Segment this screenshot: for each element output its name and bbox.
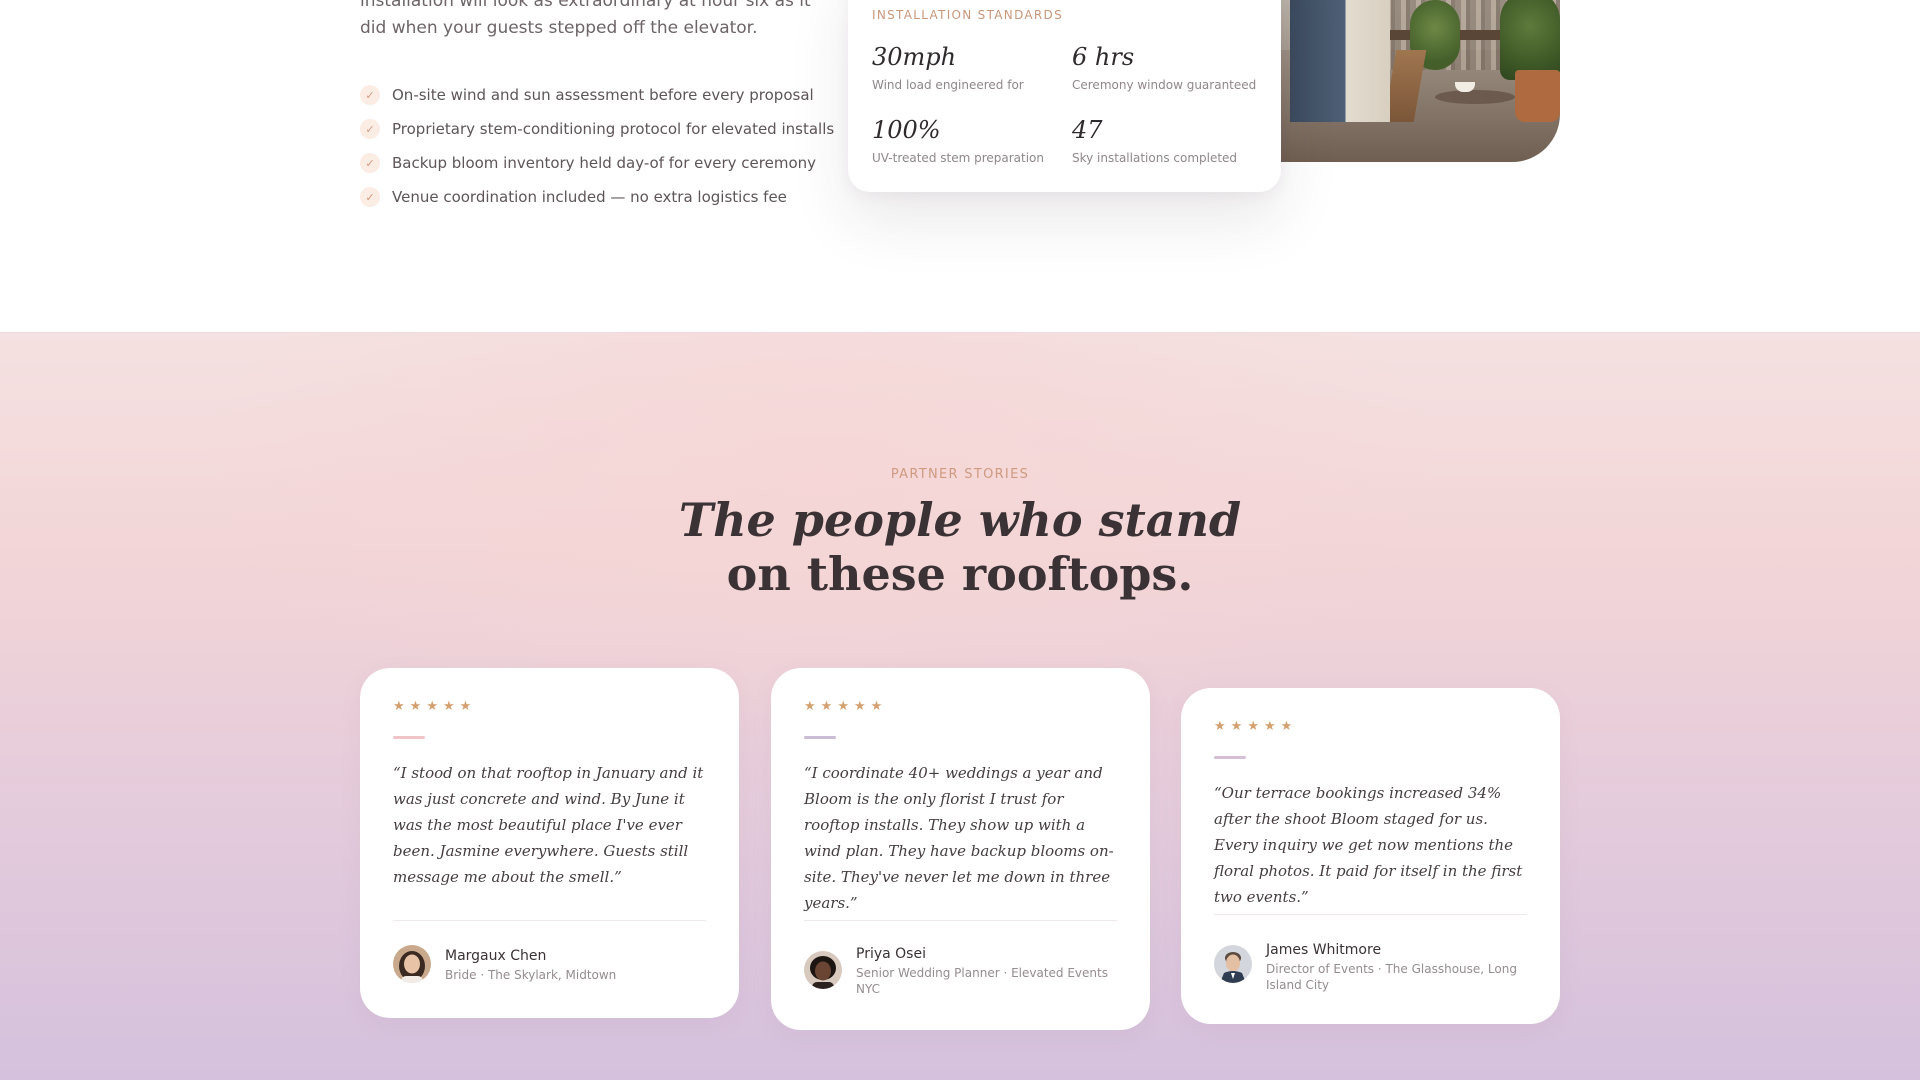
card-divider bbox=[393, 920, 706, 921]
feature-list: ✓ On-site wind and sun assessment before… bbox=[360, 78, 834, 214]
stat-label: UV-treated stem preparation bbox=[872, 151, 1045, 165]
star-rating: ★ ★ ★ ★ ★ bbox=[1214, 720, 1292, 734]
author-role: Director of Events · The Glasshouse, Lon… bbox=[1266, 962, 1517, 992]
avatar bbox=[393, 945, 431, 983]
testimonial-quote: “I coordinate 40+ weddings a year and Bl… bbox=[804, 764, 1114, 912]
feature-text: Proprietary stem-conditioning protocol f… bbox=[392, 120, 835, 138]
feature-item: ✓ Backup bloom inventory held day-of for… bbox=[360, 146, 834, 180]
avatar bbox=[804, 951, 842, 989]
star-rating: ★ ★ ★ ★ ★ bbox=[804, 700, 882, 714]
accent-bar bbox=[1214, 756, 1246, 759]
author-role: Bride · The Skylark, Midtown bbox=[445, 968, 617, 982]
stat-label: Wind load engineered for bbox=[872, 78, 1024, 92]
star-icon: ★ bbox=[409, 699, 422, 714]
star-icon: ★ bbox=[393, 699, 405, 714]
installation-standards-card: INSTALLATION STANDARDS 30mph Wind load e… bbox=[848, 0, 1281, 192]
star-icon: ★ bbox=[820, 699, 833, 714]
star-icon: ★ bbox=[870, 699, 883, 714]
feature-item: ✓ Proprietary stem-conditioning protocol… bbox=[360, 112, 834, 146]
check-icon: ✓ bbox=[360, 187, 380, 207]
headline-line-2: on these rooftops. bbox=[726, 547, 1194, 601]
star-icon: ★ bbox=[1280, 719, 1293, 734]
stat-label: Sky installations completed bbox=[1072, 151, 1238, 165]
star-icon: ★ bbox=[804, 699, 816, 714]
feature-item: ✓ On-site wind and sun assessment before… bbox=[360, 78, 834, 112]
installation-section: installation will look as extraordinary … bbox=[0, 0, 1920, 332]
feature-text: On-site wind and sun assessment before e… bbox=[392, 86, 814, 104]
author-info: James Whitmore Director of Events · The … bbox=[1266, 941, 1536, 993]
stat: 100% UV-treated stem preparation bbox=[872, 115, 1072, 165]
author-info: Priya Osei Senior Wedding Planner · Elev… bbox=[856, 945, 1126, 997]
testimonial-card: ★ ★ ★ ★ ★ “Our terrace bookings increase… bbox=[1181, 688, 1560, 1024]
star-icon: ★ bbox=[426, 699, 438, 714]
star-icon: ★ bbox=[853, 699, 866, 714]
stat-value: 6 hrs bbox=[1072, 43, 1135, 71]
photo-table bbox=[1435, 90, 1515, 104]
author-info: Margaux Chen Bride · The Skylark, Midtow… bbox=[445, 947, 715, 983]
feature-item: ✓ Venue coordination included — no extra… bbox=[360, 180, 834, 214]
stat: 47 Sky installations completed bbox=[1072, 115, 1272, 165]
photo-pot bbox=[1515, 70, 1560, 122]
testimonial-quote: “I stood on that rooftop in January and … bbox=[393, 764, 704, 886]
testimonial-quote: “Our terrace bookings increased 34% afte… bbox=[1214, 784, 1523, 906]
star-icon: ★ bbox=[442, 699, 455, 714]
accent-bar bbox=[804, 736, 836, 739]
intro-paragraph: installation will look as extraordinary … bbox=[360, 0, 811, 38]
stat-value: 100% bbox=[872, 116, 941, 144]
photo-person bbox=[1290, 0, 1390, 122]
partner-stories-section: PARTNER STORIES The people who stand on … bbox=[0, 332, 1920, 1080]
card-divider bbox=[804, 920, 1117, 921]
section-headline: The people who stand on these rooftops. bbox=[0, 493, 1920, 601]
stat: 30mph Wind load engineered for bbox=[872, 42, 1072, 92]
star-icon: ★ bbox=[1263, 719, 1276, 734]
headline-line-1: The people who stand bbox=[678, 493, 1242, 547]
star-rating: ★ ★ ★ ★ ★ bbox=[393, 700, 471, 714]
testimonial-card: ★ ★ ★ ★ ★ “I stood on that rooftop in Ja… bbox=[360, 668, 739, 1018]
section-eyebrow: PARTNER STORIES bbox=[890, 467, 1030, 482]
feature-text: Venue coordination included — no extra l… bbox=[392, 188, 787, 206]
stat-label: Ceremony window guaranteed bbox=[1072, 78, 1257, 92]
author-name: Margaux Chen bbox=[445, 948, 547, 964]
star-icon: ★ bbox=[1214, 719, 1226, 734]
page: installation will look as extraordinary … bbox=[0, 0, 1920, 1080]
stat-value: 47 bbox=[1072, 116, 1103, 144]
check-icon: ✓ bbox=[360, 85, 380, 105]
star-icon: ★ bbox=[1247, 719, 1259, 734]
star-icon: ★ bbox=[837, 699, 849, 714]
star-icon: ★ bbox=[459, 699, 472, 714]
stat-value: 30mph bbox=[872, 43, 957, 71]
check-icon: ✓ bbox=[360, 153, 380, 173]
testimonial-card: ★ ★ ★ ★ ★ “I coordinate 40+ weddings a y… bbox=[771, 668, 1150, 1030]
stat: 6 hrs Ceremony window guaranteed bbox=[1072, 42, 1272, 92]
photo-plant bbox=[1500, 0, 1560, 80]
star-icon: ★ bbox=[1230, 719, 1243, 734]
card-divider bbox=[1214, 914, 1527, 915]
accent-bar bbox=[393, 736, 425, 739]
avatar bbox=[1214, 945, 1252, 983]
author-name: Priya Osei bbox=[856, 946, 926, 962]
check-icon: ✓ bbox=[360, 119, 380, 139]
standards-title: INSTALLATION STANDARDS bbox=[872, 8, 1064, 22]
feature-text: Backup bloom inventory held day-of for e… bbox=[392, 154, 817, 172]
author-name: James Whitmore bbox=[1266, 942, 1382, 958]
author-role: Senior Wedding Planner · Elevated Events… bbox=[856, 966, 1108, 996]
